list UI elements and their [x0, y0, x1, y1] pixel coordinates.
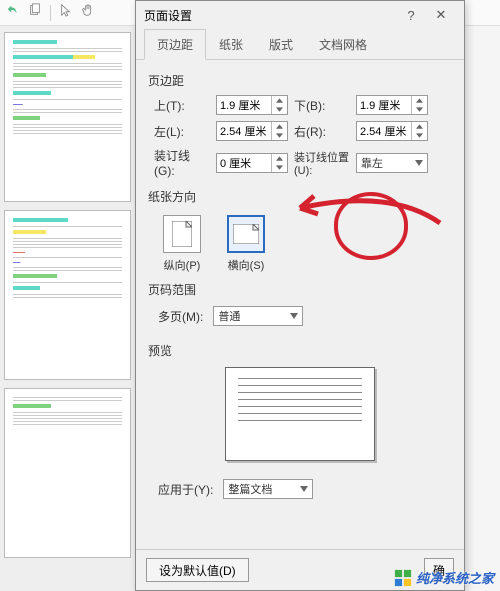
thumbnail-panel: ━━━━ ━━━━━ ━━━	[0, 26, 135, 591]
page-thumbnail[interactable]: ━━━━	[4, 32, 131, 202]
tab-grid[interactable]: 文档网格	[306, 29, 380, 59]
orientation-portrait[interactable]: 纵向(P)	[158, 215, 206, 273]
page-thumbnail[interactable]: ━━━━━ ━━━	[4, 210, 131, 380]
windows-icon	[394, 569, 412, 587]
page-range-section-label: 页码范围	[148, 281, 452, 298]
landscape-icon	[233, 224, 259, 244]
portrait-icon	[172, 221, 192, 247]
top-margin-input[interactable]	[216, 95, 288, 115]
orientation-section-label: 纸张方向	[148, 188, 452, 205]
tab-layout[interactable]: 版式	[256, 29, 306, 59]
close-button[interactable]: ✕	[426, 7, 456, 23]
copy-icon[interactable]	[28, 3, 42, 22]
help-button[interactable]: ?	[396, 8, 426, 23]
right-margin-label: 右(R):	[294, 123, 350, 140]
watermark: 纯净系统之家	[394, 568, 494, 587]
left-margin-input[interactable]	[216, 121, 288, 141]
bottom-margin-label: 下(B):	[294, 97, 350, 114]
page-setup-dialog: 页面设置 ? ✕ 页边距 纸张 版式 文档网格 页边距 上(T): 下(B): …	[135, 0, 465, 591]
gutter-input[interactable]	[216, 153, 288, 173]
right-margin-input[interactable]	[356, 121, 428, 141]
top-margin-label: 上(T):	[154, 97, 210, 114]
left-margin-label: 左(L):	[154, 123, 210, 140]
multipage-combo[interactable]: 普通	[213, 306, 303, 326]
set-default-button[interactable]: 设为默认值(D)	[146, 558, 249, 582]
apply-to-label: 应用于(Y):	[158, 481, 213, 498]
apply-to-combo[interactable]: 整篇文档	[223, 479, 313, 499]
undo-icon[interactable]	[6, 3, 20, 22]
gutter-pos-label: 装订线位置(U):	[294, 149, 350, 177]
dialog-titlebar: 页面设置 ? ✕	[136, 1, 464, 29]
margins-section-label: 页边距	[148, 72, 452, 89]
page-thumbnail[interactable]	[4, 388, 131, 558]
tab-paper[interactable]: 纸张	[206, 29, 256, 59]
preview-section-label: 预览	[148, 342, 452, 359]
bottom-margin-input[interactable]	[356, 95, 428, 115]
orientation-landscape[interactable]: 横向(S)	[222, 215, 270, 273]
dialog-tabs: 页边距 纸张 版式 文档网格	[136, 29, 464, 60]
cursor-icon[interactable]	[59, 3, 73, 22]
gutter-pos-combo[interactable]: 靠左	[356, 153, 428, 173]
hand-icon[interactable]	[81, 3, 95, 22]
dialog-title: 页面设置	[144, 7, 396, 24]
multipage-label: 多页(M):	[158, 308, 203, 325]
tab-margins[interactable]: 页边距	[144, 29, 206, 60]
preview-box	[225, 367, 375, 461]
gutter-label: 装订线(G):	[154, 147, 210, 178]
